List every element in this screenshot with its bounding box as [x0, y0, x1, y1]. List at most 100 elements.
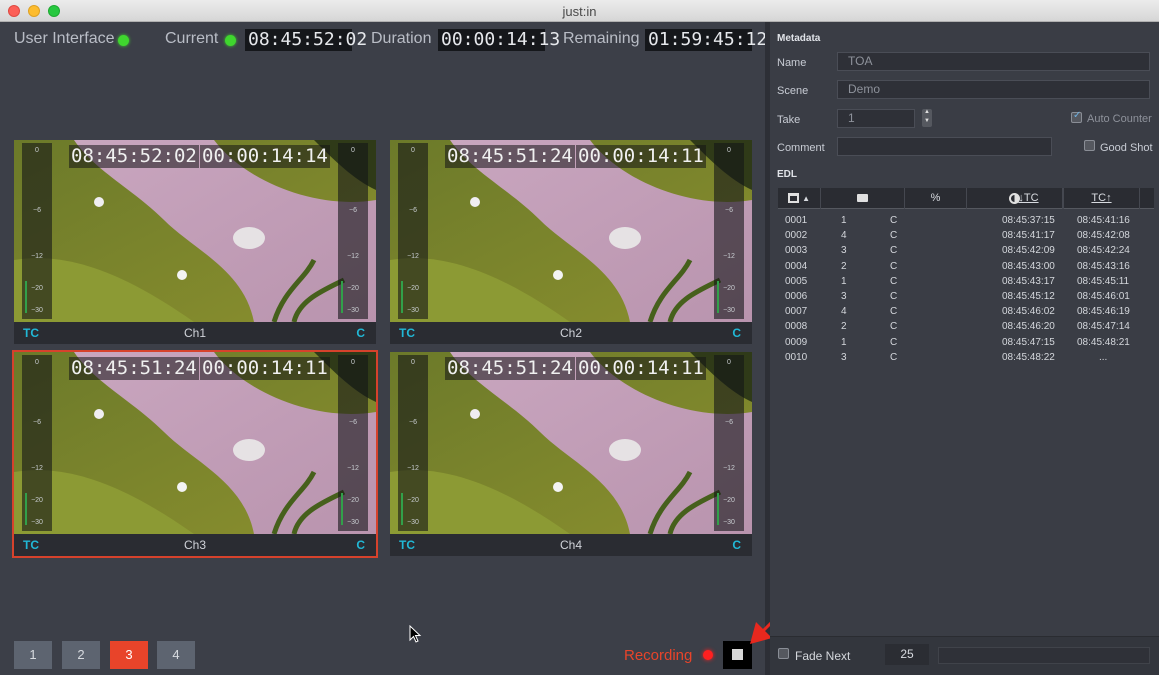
table-cell: 08:45:48:21 — [1077, 336, 1130, 348]
table-row[interactable]: 0002 4 C 08:45:41:17 08:45:42:08 — [785, 230, 1145, 245]
table-cell: 0008 — [785, 321, 808, 333]
overlay-duration: 00:00:14:11 — [200, 357, 330, 380]
meter-level-bar — [25, 281, 27, 313]
meter-level-bar — [25, 493, 27, 525]
recording-label: Recording — [624, 647, 693, 664]
remaining-timecode: 01:59:45:12 — [645, 29, 767, 51]
audio-meter: 0−6−12−20−30−00 — [338, 143, 368, 319]
meter-scale-label: −6 — [33, 207, 41, 214]
take-stepper[interactable]: ▲ ▼ — [922, 109, 932, 127]
meter-level-bar — [717, 493, 719, 525]
table-cell: 08:45:46:02 — [1002, 306, 1055, 318]
mouse-cursor-icon — [409, 625, 422, 643]
take-label: Take — [777, 114, 801, 126]
camera-tile-ch1[interactable]: 0−6−12−20−30−000−6−12−20−30−0008:45:52:0… — [14, 140, 376, 344]
audio-meter: 0−6−12−20−30−00 — [22, 355, 52, 531]
table-cell: 1 — [841, 215, 847, 226]
table-cell: 3 — [841, 245, 847, 257]
meter-scale-label: −12 — [723, 253, 735, 260]
meter-scale-label: −12 — [723, 465, 735, 472]
take-field[interactable]: 1 — [837, 109, 915, 128]
current-label: Current — [165, 30, 219, 47]
meter-scale-label: −12 — [347, 253, 359, 260]
meter-scale-label: −12 — [407, 253, 419, 260]
table-row[interactable]: 0009 1 C 08:45:47:15 08:45:48:21 — [785, 337, 1145, 352]
table-cell: 08:45:43:17 — [1002, 275, 1055, 287]
table-cell: 2 — [841, 260, 847, 272]
table-row[interactable]: 0001 1 C 08:45:37:15 08:45:41:16 — [785, 215, 1145, 230]
edl-col-index[interactable]: ▲ — [778, 188, 821, 209]
table-row[interactable]: 0005 1 C 08:45:43:17 08:45:45:11 — [785, 276, 1145, 291]
camera-label-bar: TC Ch1 C — [14, 322, 376, 344]
audio-meter: 0−6−12−20−30−00 — [398, 143, 428, 319]
scene-field[interactable]: Demo — [837, 80, 1150, 99]
table-cell: 08:45:46:19 — [1077, 306, 1130, 318]
chevron-up-icon: ▲ — [924, 109, 930, 115]
meter-scale-label: −6 — [409, 207, 417, 214]
table-row[interactable]: 0006 3 C 08:45:45:12 08:45:46:01 — [785, 291, 1145, 306]
meter-level-bar — [401, 493, 403, 525]
meter-scale-label: −12 — [407, 465, 419, 472]
edl-col-transition[interactable]: % — [905, 188, 967, 209]
table-cell: 08:45:42:08 — [1077, 230, 1130, 242]
page-4-button[interactable]: 4 — [157, 641, 195, 669]
audio-meter: 0−6−12−20−30−00 — [714, 355, 744, 531]
table-cell: 08:45:46:20 — [1002, 321, 1055, 333]
good-shot-label: Good Shot — [1100, 142, 1153, 154]
table-cell: C — [890, 215, 898, 226]
edl-col-camera[interactable] — [821, 188, 905, 209]
page-1-button[interactable]: 1 — [14, 641, 52, 669]
comment-field[interactable] — [837, 137, 1052, 156]
scene-label: Scene — [777, 85, 809, 97]
meter-level-bar — [401, 281, 403, 313]
fade-next-checkbox[interactable] — [778, 648, 789, 659]
camera-tile-ch3[interactable]: 0−6−12−20−30−000−6−12−20−30−0008:45:51:2… — [12, 350, 378, 558]
meter-scale-label: 0 — [727, 147, 731, 154]
window-title: just:in — [562, 4, 597, 19]
table-cell: 0002 — [785, 230, 808, 242]
title-bar: just:in — [0, 0, 1159, 22]
auto-counter-checkbox[interactable] — [1071, 110, 1082, 123]
metadata-section-title: Metadata — [777, 33, 821, 44]
table-row[interactable]: 0010 3 C 08:45:48:22... — [785, 352, 1145, 367]
meter-scale-label: −6 — [725, 419, 733, 426]
page-3-button[interactable]: 3 — [110, 641, 148, 669]
table-row[interactable]: 0003 3 C 08:45:42:09 08:45:42:24 — [785, 245, 1145, 260]
camera-tile-ch4[interactable]: 0−6−12−20−30−000−6−12−20−30−0008:45:51:2… — [390, 352, 752, 556]
page-2-button[interactable]: 2 — [62, 641, 100, 669]
meter-scale-label: −6 — [33, 419, 41, 426]
table-cell: 08:45:41:16 — [1077, 215, 1130, 226]
name-field[interactable]: TOA — [837, 52, 1150, 71]
auto-counter-label: Auto Counter — [1087, 113, 1152, 125]
fade-progress-bar — [938, 647, 1150, 664]
table-cell: 1 — [841, 275, 847, 287]
table-cell: 08:45:42:24 — [1077, 245, 1130, 257]
comment-label: Comment — [777, 142, 825, 154]
stop-icon — [732, 649, 743, 660]
name-label: Name — [777, 57, 807, 69]
table-cell: C — [890, 275, 898, 287]
table-cell: 3 — [841, 351, 847, 363]
table-cell: 0005 — [785, 275, 808, 287]
edl-col-tc-in[interactable]: ↓TC — [994, 188, 1064, 209]
camera-label-bar: TC Ch2 C — [390, 322, 752, 344]
c-indicator: C — [732, 326, 741, 340]
table-cell: 0006 — [785, 291, 808, 302]
ui-status-label: User Interface — [14, 30, 115, 47]
table-row[interactable]: 0007 4 C 08:45:46:02 08:45:46:19 — [785, 306, 1145, 321]
table-cell: C — [890, 351, 898, 363]
edl-col-tc-out[interactable]: TC↑ — [1064, 188, 1140, 209]
table-cell: C — [890, 321, 898, 333]
fade-frames-field[interactable]: 25 — [885, 644, 929, 665]
table-row[interactable]: 0004 2 C 08:45:43:00 08:45:43:16 — [785, 261, 1145, 276]
table-cell: C — [890, 260, 898, 272]
good-shot-checkbox[interactable] — [1084, 140, 1095, 151]
meter-scale-label: −12 — [31, 253, 43, 260]
meter-scale-label: −6 — [409, 419, 417, 426]
table-cell: 0009 — [785, 336, 808, 348]
table-cell: 0007 — [785, 306, 808, 318]
camera-tile-ch2[interactable]: 0−6−12−20−30−000−6−12−20−30−0008:45:51:2… — [390, 140, 752, 344]
table-cell: 08:45:46:01 — [1077, 291, 1130, 302]
table-row[interactable]: 0008 2 C 08:45:46:20 08:45:47:14 — [785, 321, 1145, 336]
calendar-icon — [788, 193, 799, 204]
